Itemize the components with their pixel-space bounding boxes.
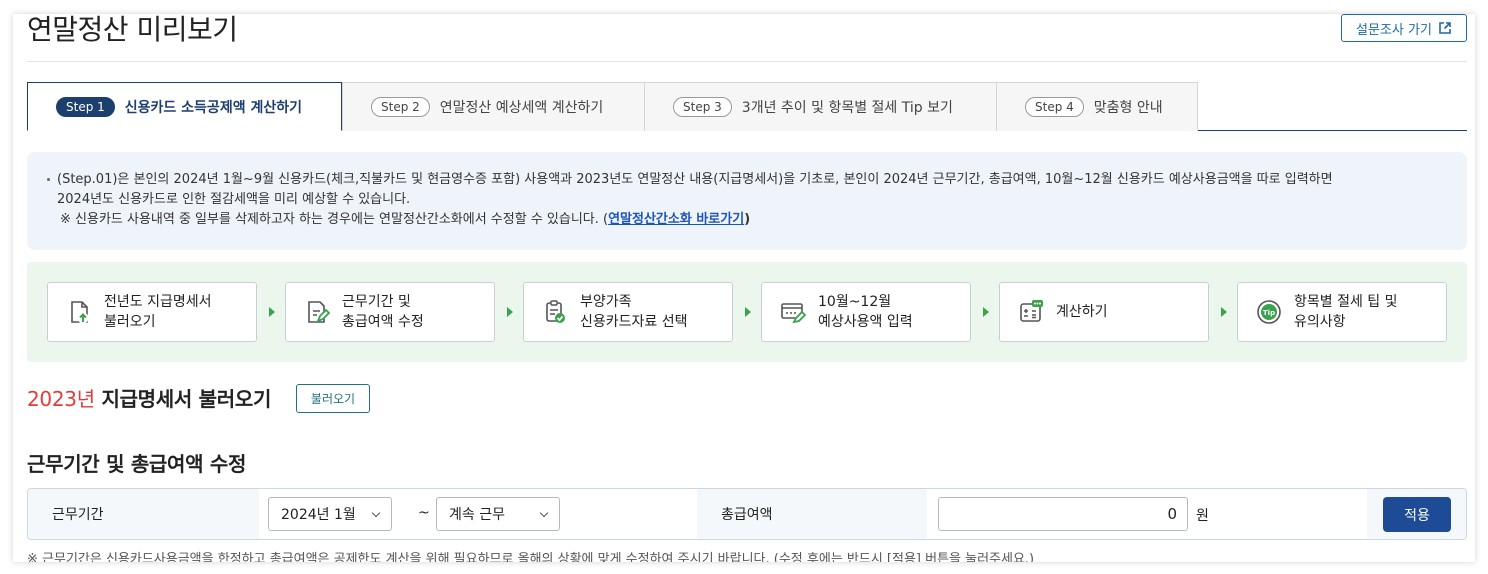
- period-end-select[interactable]: 계속 근무: [436, 497, 560, 531]
- load-statement-button[interactable]: 불러오기: [296, 384, 370, 413]
- page-frame: 연말정산 미리보기 설문조사 가기 Step 1 신용카드 소득공제액 계산하기…: [13, 14, 1475, 562]
- info-line-2: 2024년도 신용카드로 인한 절감세액을 미리 예상할 수 있습니다.: [57, 192, 411, 207]
- apply-button[interactable]: 적용: [1383, 497, 1451, 532]
- tab-step-4[interactable]: Step 4 맞춤형 안내: [996, 82, 1198, 131]
- flow-line-1: 항목별 절세 팁 및: [1294, 294, 1398, 310]
- tab-label: 3개년 추이 및 항목별 절세 Tip 보기: [741, 100, 953, 116]
- salary-input[interactable]: [938, 497, 1188, 531]
- salary-unit: 원: [1196, 508, 1209, 524]
- period-start-select[interactable]: 2024년 1월: [268, 497, 392, 531]
- calculator-icon: [1020, 300, 1043, 322]
- document-edit-icon: [308, 301, 330, 323]
- tab-label: 신용카드 소득공제액 계산하기: [124, 99, 302, 116]
- tab-label: 연말정산 예상세액 계산하기: [439, 100, 604, 116]
- period-start-value: 2024년 1월: [281, 507, 356, 523]
- flow-line-1: 부양가족: [580, 294, 632, 310]
- info-line-1: (Step.01)은 본인의 2024년 1월~9월 신용카드(체크,직불카드 …: [57, 172, 1333, 187]
- flow-line-2: 예상사용액 입력: [818, 314, 913, 330]
- flow-step-calculate: 계산하기: [999, 282, 1209, 342]
- period-tilde: ~: [418, 505, 430, 521]
- chevron-down-icon: [539, 508, 549, 518]
- svg-text:Tip: Tip: [1263, 309, 1275, 317]
- step-badge: Step 1: [56, 96, 115, 117]
- tab-step-1[interactable]: Step 1 신용카드 소득공제액 계산하기: [27, 82, 342, 131]
- step-tabs: Step 1 신용카드 소득공제액 계산하기 Step 2 연말정산 예상세액 …: [27, 82, 1467, 131]
- load-section-title: 2023년 지급명세서 불러오기: [27, 383, 271, 412]
- document-upload-icon: [71, 301, 89, 324]
- bullet-dot: [47, 178, 50, 181]
- flow-line-1: 10월~12월: [818, 294, 892, 310]
- flow-arrow: [983, 307, 989, 317]
- flow-arrow: [507, 307, 513, 317]
- tab-step-3[interactable]: Step 3 3개년 추이 및 항목별 절세 Tip 보기: [644, 82, 997, 131]
- step-badge: Step 2: [371, 97, 430, 117]
- flow-arrow: [1221, 307, 1227, 317]
- survey-label: 설문조사 가기: [1356, 22, 1432, 38]
- info-note: ※ 신용카드 사용내역 중 일부를 삭제하고자 하는 경우에는 연말정산간소화에…: [57, 210, 1449, 230]
- flow-step-tips: Tip 항목별 절세 팁 및유의사항: [1237, 282, 1447, 342]
- title-divider: [27, 61, 1467, 62]
- flow-line-1: 근무기간 및: [342, 294, 411, 310]
- process-flow: 전년도 지급명세서불러오기 근무기간 및총급여액 수정 부양가족신용카드자료 선…: [27, 262, 1467, 362]
- period-salary-form: 근무기간 2024년 1월 ~ 계속 근무 총급여액 원 적용: [27, 488, 1467, 540]
- step-badge: Step 4: [1025, 97, 1084, 117]
- flow-line-2: 불러오기: [104, 314, 156, 330]
- footnote: ※ 근무기간은 신용카드사용금액을 한정하고 총급여액은 공제한도 계산을 위해…: [27, 552, 1035, 562]
- flow-line-2: 총급여액 수정: [342, 314, 424, 330]
- tab-label: 맞춤형 안내: [1093, 100, 1163, 116]
- clipboard-check-icon: [546, 300, 565, 323]
- tab-step-2[interactable]: Step 2 연말정산 예상세액 계산하기: [342, 82, 645, 131]
- external-link-icon: [1439, 22, 1451, 34]
- flow-line-1: 계산하기: [1056, 304, 1108, 320]
- period-end-value: 계속 근무: [449, 507, 505, 523]
- flow-arrow: [745, 307, 751, 317]
- flow-line-2: 신용카드자료 선택: [580, 314, 688, 330]
- info-box: (Step.01)은 본인의 2024년 1월~9월 신용카드(체크,직불카드 …: [27, 152, 1467, 250]
- simplified-service-link[interactable]: 연말정산간소화 바로가기: [608, 212, 744, 227]
- chevron-down-icon: [371, 508, 381, 518]
- load-year: 2023년: [27, 387, 95, 411]
- info-note-prefix: ※ 신용카드 사용내역 중 일부를 삭제하고자 하는 경우에는 연말정산간소화에…: [60, 212, 609, 227]
- flow-step-dependents: 부양가족신용카드자료 선택: [523, 282, 733, 342]
- period-label: 근무기간: [28, 489, 259, 539]
- load-title: 지급명세서 불러오기: [101, 387, 272, 411]
- salary-label: 총급여액: [697, 489, 927, 539]
- flow-step-edit: 근무기간 및총급여액 수정: [285, 282, 495, 342]
- step-badge: Step 3: [673, 97, 732, 117]
- tip-icon: Tip: [1257, 300, 1281, 324]
- edit-section-title: 근무기간 및 총급여액 수정: [27, 452, 247, 476]
- flow-step-expected: 10월~12월예상사용액 입력: [761, 282, 971, 342]
- page-title: 연말정산 미리보기: [27, 14, 238, 46]
- survey-link-button[interactable]: 설문조사 가기: [1341, 14, 1467, 42]
- screen-edit-icon: [781, 303, 806, 324]
- flow-line-2: 유의사항: [1294, 314, 1346, 330]
- flow-step-load: 전년도 지급명세서불러오기: [47, 282, 257, 342]
- flow-line-1: 전년도 지급명세서: [104, 294, 212, 310]
- flow-arrow: [269, 307, 275, 317]
- info-note-suffix: ): [744, 212, 751, 227]
